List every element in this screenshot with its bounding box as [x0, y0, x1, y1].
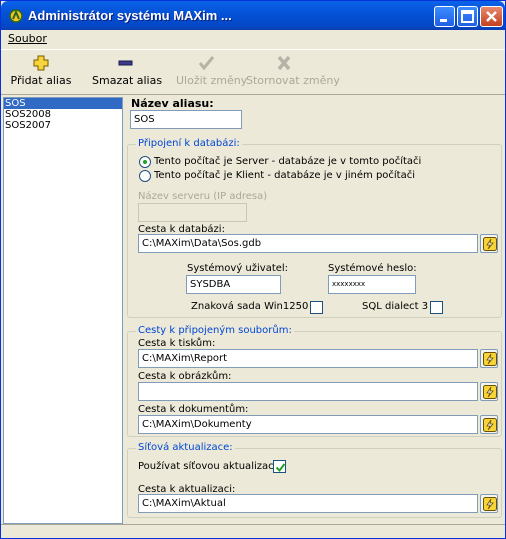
list-item[interactable]: SOS2007 [4, 120, 122, 131]
cancel-changes-button[interactable]: Stornovat změny [246, 52, 340, 94]
docs-path-label: Cesta k dokumentům: [138, 404, 249, 415]
list-item[interactable]: SOS2008 [4, 109, 122, 120]
save-changes-button[interactable]: Uložit změny [176, 52, 247, 94]
sys-user-label: Systémový uživatel: [187, 263, 289, 274]
images-path-input[interactable] [138, 382, 478, 401]
menu-bar: Soubor [1, 30, 505, 49]
db-path-input[interactable]: C:\MAXim\Data\Sos.gdb [138, 234, 478, 253]
minimize-button[interactable] [434, 6, 455, 27]
server-name-label: Název serveru (IP adresa) [138, 191, 268, 202]
list-item[interactable]: SOS [4, 98, 122, 109]
close-icon [486, 11, 497, 22]
update-path-input[interactable]: C:\MAXim\Aktual [138, 494, 478, 513]
add-alias-button[interactable]: Přidat alias [10, 52, 72, 94]
plus-icon [33, 55, 49, 71]
paths-group-title: Cesty k připojeným souborům: [136, 325, 294, 336]
db-path-browse-button[interactable] [480, 234, 498, 253]
db-connection-title: Připojení k databázi: [136, 138, 242, 149]
radio-server[interactable] [139, 156, 151, 168]
minus-icon [118, 60, 133, 66]
checkmark-icon [198, 56, 215, 71]
sys-password-label: Systémové heslo: [328, 263, 417, 274]
maximize-button[interactable] [457, 6, 478, 27]
maximize-icon [461, 10, 474, 23]
sys-password-input[interactable]: xxxxxxxx [328, 275, 416, 294]
charset-checkbox[interactable] [310, 301, 323, 314]
lightning-icon [483, 418, 497, 432]
lightning-icon [483, 497, 497, 511]
print-path-label: Cesta k tiskům: [138, 338, 216, 349]
cross-icon [277, 55, 291, 71]
menu-file[interactable]: Soubor [8, 32, 47, 45]
images-path-browse-button[interactable] [480, 382, 498, 401]
toolbar: Přidat alias Smazat alias Uložit změny S… [1, 49, 505, 95]
window-title: Administrátor systému MAXim ... [28, 8, 232, 23]
alias-list[interactable]: SOS SOS2008 SOS2007 [3, 97, 123, 524]
radio-client[interactable] [139, 170, 151, 182]
images-path-label: Cesta k obrázkům: [138, 371, 232, 382]
dialect-checkbox[interactable] [430, 301, 443, 314]
sys-user-input[interactable]: SYSDBA [186, 275, 281, 294]
lightning-icon [483, 237, 497, 251]
alias-name-label: Název aliasu: [131, 97, 214, 110]
radio-client-label: Tento počítač je Klient - databáze je v … [154, 170, 416, 181]
print-path-browse-button[interactable] [480, 349, 498, 368]
dialect-label: SQL dialect 3 [362, 301, 429, 312]
checkmark-icon [275, 463, 286, 473]
lightning-icon [483, 385, 497, 399]
network-update-checkbox[interactable] [273, 460, 286, 473]
print-path-input[interactable]: C:\MAXim\Report [138, 349, 478, 368]
update-path-browse-button[interactable] [480, 494, 498, 513]
app-icon [9, 9, 23, 23]
lightning-icon [483, 352, 497, 366]
docs-path-input[interactable]: C:\MAXim\Dokumenty [138, 415, 478, 434]
network-update-title: Síťová aktualizace: [136, 442, 235, 453]
minimize-icon [440, 19, 447, 22]
server-name-input[interactable] [138, 203, 247, 222]
charset-label: Znaková sada Win1250 [191, 301, 309, 312]
radio-server-label: Tento počítač je Server - databáze je v … [154, 156, 422, 167]
remove-alias-button[interactable]: Smazat alias [92, 52, 162, 94]
network-update-label: Používat síťovou aktualizaci [138, 461, 277, 472]
close-button[interactable] [480, 6, 503, 27]
app-window: Administrátor systému MAXim ... Soubor P… [0, 0, 506, 539]
alias-name-input[interactable]: SOS [130, 110, 242, 129]
status-bar [1, 524, 505, 538]
docs-path-browse-button[interactable] [480, 415, 498, 434]
title-bar[interactable]: Administrátor systému MAXim ... [1, 1, 505, 30]
